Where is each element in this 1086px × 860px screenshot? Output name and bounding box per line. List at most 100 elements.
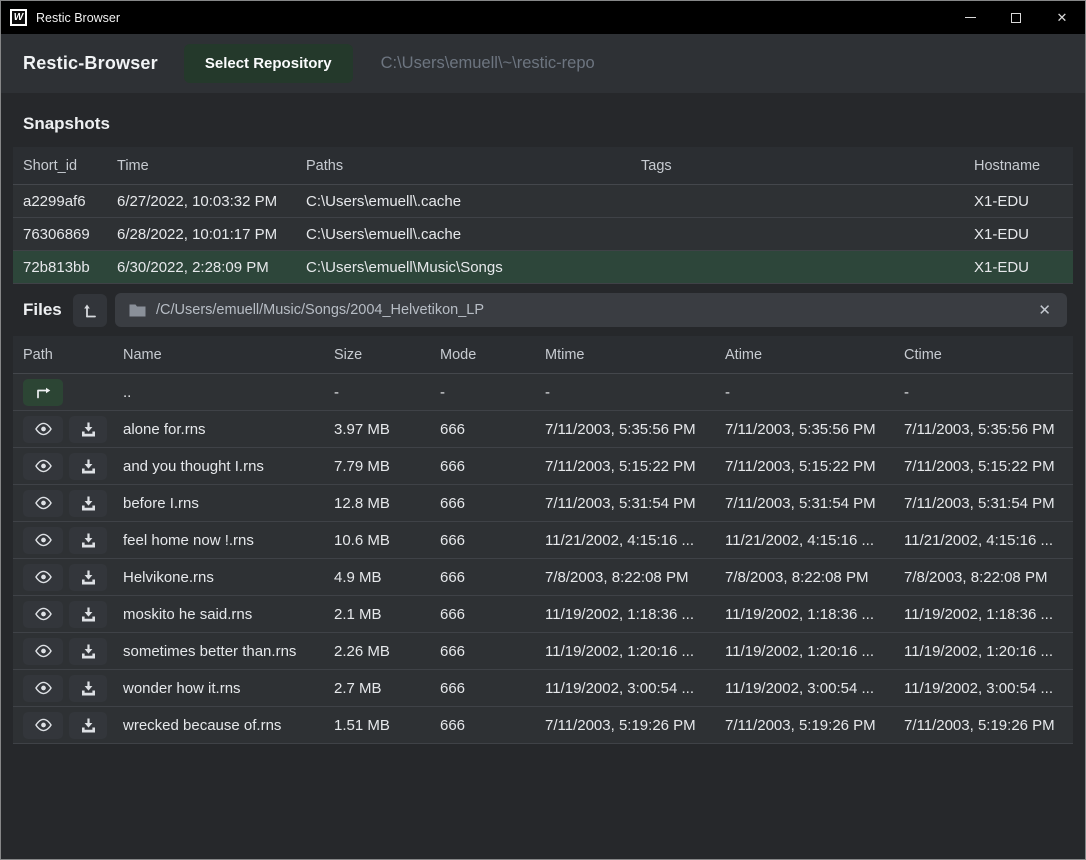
download-file-button[interactable]	[69, 564, 107, 591]
minimize-button[interactable]	[947, 1, 993, 34]
file-mtime: 11/19/2002, 3:00:54 ...	[545, 680, 725, 697]
column-header-path: Path	[23, 347, 123, 363]
download-file-button[interactable]	[69, 675, 107, 702]
file-ctime: 11/19/2002, 3:00:54 ...	[904, 680, 1073, 697]
preview-file-button[interactable]	[23, 638, 63, 665]
clear-path-button[interactable]: ✕	[1036, 301, 1053, 319]
repository-path-field[interactable]: C:\Users\emuell\~\restic-repo	[381, 54, 595, 73]
preview-file-button[interactable]	[23, 453, 63, 480]
file-ctime: 7/11/2003, 5:15:22 PM	[904, 458, 1073, 475]
download-icon	[81, 644, 96, 659]
file-mode: 666	[440, 495, 545, 512]
files-section-title: Files	[23, 300, 73, 320]
titlebar: W Restic Browser ✕	[1, 1, 1085, 34]
file-row: feel home now !.rns 10.6 MB 666 11/21/20…	[13, 522, 1073, 559]
file-name: before I.rns	[123, 495, 334, 512]
eye-icon	[34, 681, 53, 695]
eye-icon	[34, 644, 53, 658]
column-header-atime: Atime	[725, 347, 904, 363]
file-mode: 666	[440, 643, 545, 660]
column-header-paths: Paths	[306, 158, 641, 174]
column-header-mtime: Mtime	[545, 347, 725, 363]
eye-icon	[34, 459, 53, 473]
file-ctime: 7/11/2003, 5:19:26 PM	[904, 717, 1073, 734]
snapshot-row[interactable]: 72b813bb 6/30/2022, 2:28:09 PM C:\Users\…	[13, 251, 1073, 284]
column-header-short-id: Short_id	[23, 158, 117, 174]
file-row: and you thought I.rns 7.79 MB 666 7/11/2…	[13, 448, 1073, 485]
eye-icon	[34, 718, 53, 732]
preview-file-button[interactable]	[23, 416, 63, 443]
preview-file-button[interactable]	[23, 564, 63, 591]
close-button[interactable]: ✕	[1039, 1, 1085, 34]
file-atime: 7/11/2003, 5:19:26 PM	[725, 717, 904, 734]
snapshot-time: 6/30/2022, 2:28:09 PM	[117, 259, 306, 276]
files-table: Path Name Size Mode Mtime Atime Ctime	[13, 336, 1073, 744]
file-mtime: 7/11/2003, 5:19:26 PM	[545, 717, 725, 734]
file-row: alone for.rns 3.97 MB 666 7/11/2003, 5:3…	[13, 411, 1073, 448]
file-name: alone for.rns	[123, 421, 334, 438]
file-row: moskito he said.rns 2.1 MB 666 11/19/200…	[13, 596, 1073, 633]
preview-file-button[interactable]	[23, 527, 63, 554]
file-size: 4.9 MB	[334, 569, 440, 586]
preview-file-button[interactable]	[23, 712, 63, 739]
page-title: Restic-Browser	[23, 53, 158, 74]
file-atime: 11/19/2002, 1:20:16 ...	[725, 643, 904, 660]
preview-file-button[interactable]	[23, 675, 63, 702]
column-header-size: Size	[334, 347, 440, 363]
preview-file-button[interactable]	[23, 490, 63, 517]
folder-icon	[129, 303, 146, 317]
snapshot-paths: C:\Users\emuell\.cache	[306, 226, 641, 243]
select-repository-button[interactable]: Select Repository	[184, 44, 353, 83]
current-path-input[interactable]: /C/Users/emuell/Music/Songs/2004_Helveti…	[115, 293, 1067, 327]
download-icon	[81, 570, 96, 585]
close-icon: ✕	[1057, 10, 1068, 26]
go-parent-directory-button[interactable]	[23, 379, 63, 406]
level-up-button[interactable]	[73, 294, 107, 327]
file-mode: -	[440, 384, 545, 401]
download-file-button[interactable]	[69, 527, 107, 554]
file-name: ..	[123, 384, 334, 401]
file-name: moskito he said.rns	[123, 606, 334, 623]
download-file-button[interactable]	[69, 453, 107, 480]
eye-icon	[34, 496, 53, 510]
maximize-button[interactable]	[993, 1, 1039, 34]
download-icon	[81, 422, 96, 437]
file-atime: 7/11/2003, 5:35:56 PM	[725, 421, 904, 438]
file-size: 2.7 MB	[334, 680, 440, 697]
file-size: -	[334, 384, 440, 401]
file-atime: 7/11/2003, 5:15:22 PM	[725, 458, 904, 475]
column-header-tags: Tags	[641, 158, 974, 174]
file-row: wonder how it.rns 2.7 MB 666 11/19/2002,…	[13, 670, 1073, 707]
current-path-value: /C/Users/emuell/Music/Songs/2004_Helveti…	[156, 302, 1036, 318]
eye-icon	[34, 422, 53, 436]
snapshot-row[interactable]: a2299af6 6/27/2022, 10:03:32 PM C:\Users…	[13, 185, 1073, 218]
file-size: 2.26 MB	[334, 643, 440, 660]
file-mode: 666	[440, 458, 545, 475]
parent-directory-row: .. - - - - -	[13, 374, 1073, 411]
file-row: before I.rns 12.8 MB 666 7/11/2003, 5:31…	[13, 485, 1073, 522]
eye-icon	[34, 533, 53, 547]
file-mtime: 11/19/2002, 1:18:36 ...	[545, 606, 725, 623]
file-name: feel home now !.rns	[123, 532, 334, 549]
file-size: 2.1 MB	[334, 606, 440, 623]
snapshots-table-header: Short_id Time Paths Tags Hostname	[13, 147, 1073, 185]
download-file-button[interactable]	[69, 490, 107, 517]
download-file-button[interactable]	[69, 712, 107, 739]
download-file-button[interactable]	[69, 638, 107, 665]
file-size: 12.8 MB	[334, 495, 440, 512]
file-row: wrecked because of.rns 1.51 MB 666 7/11/…	[13, 707, 1073, 744]
preview-file-button[interactable]	[23, 601, 63, 628]
download-file-button[interactable]	[69, 601, 107, 628]
download-icon	[81, 459, 96, 474]
file-mtime: 7/11/2003, 5:35:56 PM	[545, 421, 725, 438]
snapshot-row[interactable]: 76306869 6/28/2022, 10:01:17 PM C:\Users…	[13, 218, 1073, 251]
file-mode: 666	[440, 717, 545, 734]
clear-icon: ✕	[1038, 302, 1051, 319]
file-atime: 11/19/2002, 1:18:36 ...	[725, 606, 904, 623]
maximize-icon	[1011, 13, 1021, 23]
download-file-button[interactable]	[69, 416, 107, 443]
file-mtime: 11/19/2002, 1:20:16 ...	[545, 643, 725, 660]
file-ctime: 11/19/2002, 1:20:16 ...	[904, 643, 1073, 660]
column-header-mode: Mode	[440, 347, 545, 363]
file-mode: 666	[440, 532, 545, 549]
